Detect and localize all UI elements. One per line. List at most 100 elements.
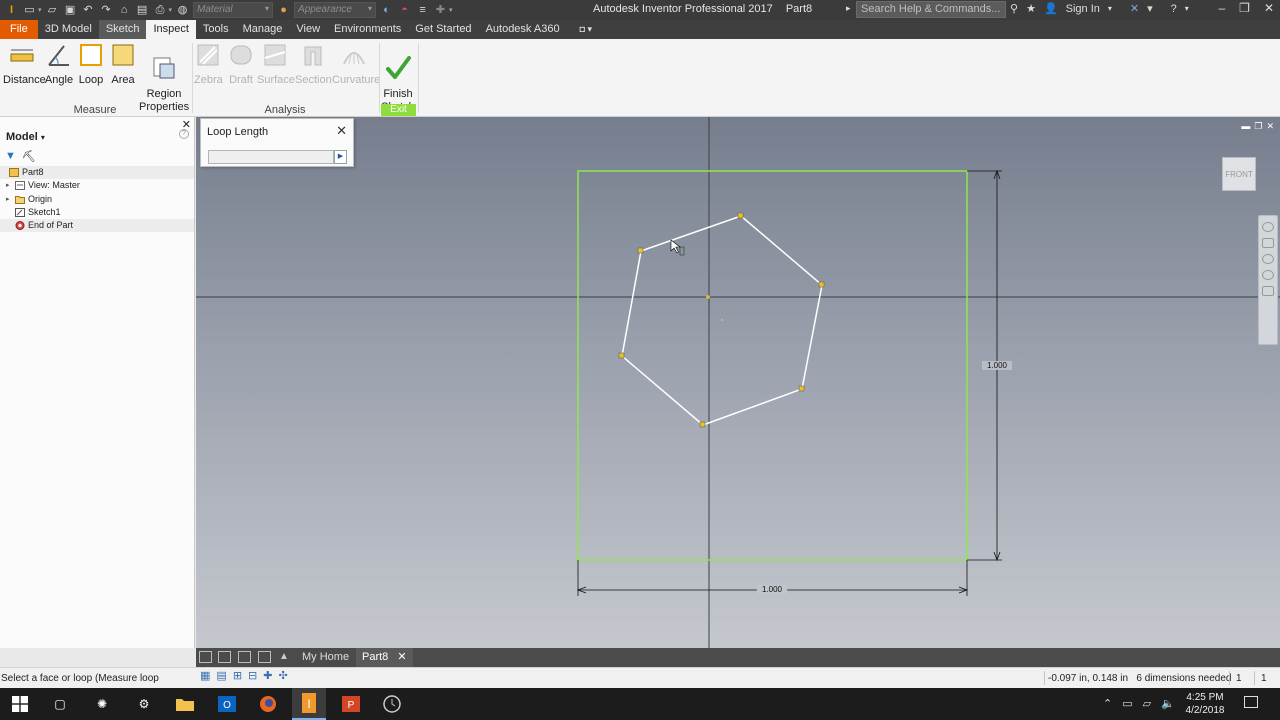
help-icon[interactable]: ? <box>1171 3 1177 15</box>
graphics-viewport[interactable]: 1.000 1.000 ▬ ❐ ✕ FRONT <box>196 117 1280 648</box>
material-combo[interactable]: Material ▾ <box>193 2 274 18</box>
tree-item-end-of-part[interactable]: End of Part <box>0 219 194 233</box>
inventor-taskbar-icon[interactable]: I <box>292 688 326 720</box>
arrow-up-icon[interactable]: ▲ <box>279 651 289 662</box>
dimension-vertical-value[interactable]: 1.000 <box>982 361 1012 370</box>
vertex-point[interactable] <box>699 421 706 428</box>
firefox-icon[interactable] <box>258 694 278 714</box>
open-icon[interactable]: ▤ <box>135 3 150 18</box>
clock-app-icon[interactable] <box>382 694 402 714</box>
dimension-horizontal-value[interactable]: 1.000 <box>757 585 787 594</box>
windows-start-icon[interactable] <box>10 694 30 714</box>
loop-length-value-field[interactable] <box>208 150 334 164</box>
slice-graphics-icon[interactable]: ▦ <box>200 669 210 682</box>
powerpoint-icon[interactable]: P <box>341 694 361 714</box>
expand-icon[interactable]: ▸ <box>6 179 10 192</box>
chevron-down-icon[interactable]: ▾ <box>449 6 453 14</box>
file-explorer-icon[interactable] <box>175 694 195 714</box>
adjust-icon[interactable]: ◐ <box>379 3 394 18</box>
show-constraints-icon[interactable]: ▤ <box>216 669 226 682</box>
search-help-input[interactable]: Search Help & Commands... <box>856 1 1006 18</box>
task-view-icon[interactable]: ▢ <box>50 694 70 714</box>
appearance-combo[interactable]: Appearance ▾ <box>294 2 377 18</box>
tab-3d-model[interactable]: 3D Model <box>38 20 99 39</box>
close-icon[interactable]: ✕ <box>397 651 406 663</box>
minimize-icon[interactable]: ▬ <box>1241 121 1250 132</box>
tab-inspect[interactable]: Inspect <box>146 20 196 39</box>
region-properties-button[interactable]: Region Properties <box>139 42 189 127</box>
filter-icon[interactable]: ▼ <box>5 150 16 163</box>
orbit-icon[interactable] <box>1262 270 1274 280</box>
ribbon-options-icon[interactable]: ◘ ▾ <box>573 20 599 39</box>
help-icon[interactable]: ? <box>179 129 189 139</box>
tab-file[interactable]: File <box>0 20 38 39</box>
tab-get-started[interactable]: Get Started <box>408 20 478 39</box>
chevron-down-icon[interactable]: ▾ <box>1108 4 1112 13</box>
arrange-vertical-icon[interactable] <box>258 651 271 663</box>
tree-item-view-master[interactable]: ▸ View: Master <box>0 179 194 192</box>
binoculars-icon[interactable]: ⚲ <box>1010 2 1018 15</box>
angle-button[interactable]: Angle <box>44 42 74 86</box>
sign-in-link[interactable]: Sign In <box>1066 3 1100 15</box>
vertex-point[interactable] <box>818 281 825 288</box>
volume-icon[interactable]: 🔈 <box>1161 697 1175 710</box>
tab-tools[interactable]: Tools <box>196 20 236 39</box>
close-icon[interactable]: ✕ <box>1266 121 1274 132</box>
chevron-down-icon[interactable]: ▾ <box>1185 4 1189 13</box>
draft-button[interactable]: Draft <box>226 42 256 86</box>
parameters-icon[interactable]: ≡ <box>415 3 430 18</box>
vertex-point[interactable] <box>637 247 644 254</box>
pan-icon[interactable] <box>1262 238 1274 248</box>
exchange-icon[interactable]: ✕ <box>1130 2 1139 15</box>
tree-item-part[interactable]: Part8 <box>0 166 194 180</box>
settings-gear-icon[interactable]: ⚙ <box>134 694 154 714</box>
expand-icon[interactable]: ▸ <box>6 193 10 206</box>
print-icon[interactable]: ⎙ <box>153 3 168 18</box>
notifications-icon[interactable] <box>1244 696 1258 708</box>
origin-point[interactable] <box>706 295 710 299</box>
close-icon[interactable]: ✕ <box>1264 1 1274 15</box>
center-point[interactable] <box>721 319 723 321</box>
taskbar-clock[interactable]: 4:25 PM 4/2/2018 <box>1181 691 1229 717</box>
vertex-point[interactable] <box>737 212 744 219</box>
network-icon[interactable]: ▱ <box>1143 697 1151 710</box>
chevron-down-icon[interactable]: ▾ <box>169 6 173 14</box>
home-icon[interactable]: ⌂ <box>117 3 132 18</box>
maximize-icon[interactable]: ❐ <box>1239 1 1250 15</box>
browser-title[interactable]: Model ▾ <box>0 117 194 143</box>
tab-autodesk-a360[interactable]: Autodesk A360 <box>479 20 567 39</box>
tile-windows-icon[interactable] <box>218 651 231 663</box>
account-icon[interactable]: ▾ <box>1147 2 1153 15</box>
binoculars-icon[interactable]: ⛏ <box>22 150 36 163</box>
loop-button[interactable]: Loop <box>76 42 106 86</box>
tree-item-sketch1[interactable]: Sketch1 <box>0 206 194 219</box>
section-button[interactable]: Section <box>295 42 332 86</box>
arrange-horizontal-icon[interactable] <box>238 651 251 663</box>
restore-icon[interactable]: ❐ <box>1254 121 1262 132</box>
tree-item-origin[interactable]: ▸ Origin <box>0 193 194 206</box>
show-dof-icon[interactable]: ⊞ <box>233 669 242 682</box>
tab-manage[interactable]: Manage <box>236 20 290 39</box>
curvature-button[interactable]: Curvature <box>332 42 380 86</box>
save-icon[interactable]: ▣ <box>63 3 78 18</box>
clear-override-icon[interactable]: ◓ <box>397 3 412 18</box>
chevron-up-icon[interactable]: ⌃ <box>1103 697 1112 710</box>
zebra-button[interactable]: Zebra <box>194 42 223 86</box>
new-file-icon[interactable]: ▭ <box>22 3 37 18</box>
search-expand-icon[interactable]: ▸ <box>846 3 851 14</box>
star-icon[interactable]: ★ <box>1026 2 1036 15</box>
measure-icon[interactable]: ◍ <box>175 3 190 18</box>
vertex-point[interactable] <box>618 352 625 359</box>
tab-sketch[interactable]: Sketch <box>98 20 147 39</box>
user-icon[interactable]: 👤 <box>1044 2 1058 15</box>
sketch-canvas[interactable] <box>196 117 1280 648</box>
undo-icon[interactable]: ↶ <box>81 3 96 18</box>
vertex-point[interactable] <box>798 385 805 392</box>
viewcube[interactable]: FRONT <box>1222 157 1256 191</box>
relax-mode-icon[interactable]: ✣ <box>278 669 287 682</box>
display-icon[interactable]: ▭ <box>1122 697 1132 710</box>
cascade-windows-icon[interactable] <box>199 651 212 663</box>
look-at-icon[interactable] <box>1262 286 1274 296</box>
steering-wheel-icon[interactable] <box>1262 222 1274 232</box>
outlook-icon[interactable]: O <box>217 694 237 714</box>
